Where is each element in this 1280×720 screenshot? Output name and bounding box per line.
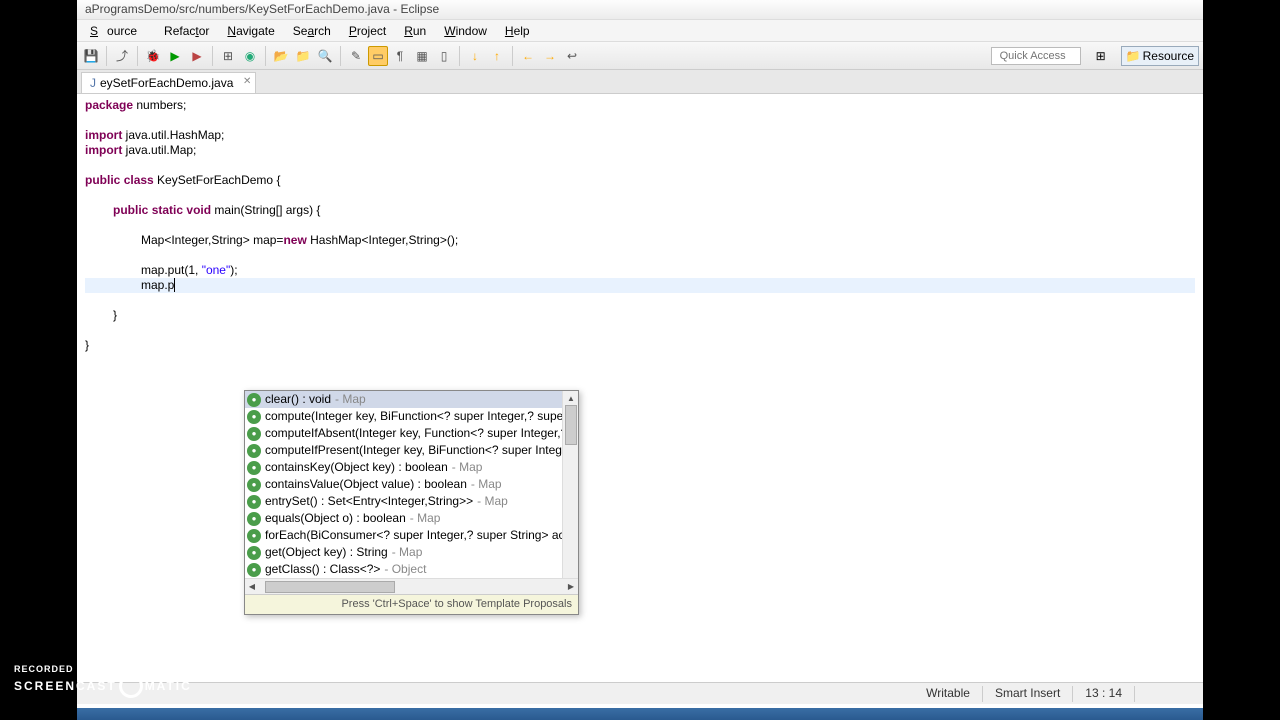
menubar: Source Refactor Navigate Search Project … (77, 20, 1203, 42)
completion-item[interactable]: ●compute(Integer key, BiFunction<? super… (245, 408, 578, 425)
completion-item[interactable]: ●get(Object key) : String - Map (245, 544, 578, 561)
open-perspective-icon[interactable]: ⊞ (1091, 46, 1111, 66)
skip-breakpoints-icon[interactable]: ⤴ (112, 46, 132, 66)
menu-refactor[interactable]: Refactor (155, 22, 218, 40)
content-assist-popup: ●clear() : void - Map●compute(Integer ke… (244, 390, 579, 615)
status-writable: Writable (914, 686, 982, 702)
scroll-right-icon[interactable]: ▶ (564, 579, 578, 595)
method-icon: ● (247, 444, 261, 458)
popup-hint: Press 'Ctrl+Space' to show Template Prop… (245, 594, 578, 614)
method-icon: ● (247, 563, 261, 577)
close-icon[interactable]: ✕ (243, 76, 251, 87)
new-type-icon[interactable]: ◉ (240, 46, 260, 66)
new-package-icon[interactable]: ⊞ (218, 46, 238, 66)
statusbar: Writable Smart Insert 13 : 14 (77, 682, 1203, 704)
status-cursor-pos: 13 : 14 (1073, 686, 1134, 702)
method-icon: ● (247, 546, 261, 560)
completion-item[interactable]: ●computeIfAbsent(Integer key, Function<?… (245, 425, 578, 442)
menu-project[interactable]: Project (340, 22, 395, 40)
method-icon: ● (247, 427, 261, 441)
quick-access-input[interactable] (991, 47, 1081, 65)
popup-hscrollbar[interactable]: ◀ ▶ (245, 578, 578, 594)
method-icon: ● (247, 512, 261, 526)
editor-tabbar: J eySetForEachDemo.java ✕ (77, 70, 1203, 94)
screencast-watermark: RECORDED WITH SCREENCASTMATIC (14, 664, 192, 698)
popup-vscrollbar[interactable]: ▲ ▼ (562, 391, 578, 587)
method-icon: ● (247, 461, 261, 475)
toolbar-icon-a[interactable]: ▦ (412, 46, 432, 66)
tab-keysetforeachdemo[interactable]: J eySetForEachDemo.java ✕ (81, 72, 256, 93)
back-icon[interactable]: ← (518, 46, 538, 66)
completion-item[interactable]: ●containsKey(Object key) : boolean - Map (245, 459, 578, 476)
completion-item[interactable]: ●clear() : void - Map (245, 391, 578, 408)
completion-item[interactable]: ●computeIfPresent(Integer key, BiFunctio… (245, 442, 578, 459)
window-title: aProgramsDemo/src/numbers/KeySetForEachD… (77, 0, 1203, 20)
external-tools-icon[interactable]: ▶ (187, 46, 207, 66)
toolbar-icon-b[interactable]: ▯ (434, 46, 454, 66)
next-annotation-icon[interactable]: ↓ (465, 46, 485, 66)
open-type-icon[interactable]: 📂 (271, 46, 291, 66)
completion-item[interactable]: ●equals(Object o) : boolean - Map (245, 510, 578, 527)
completion-item[interactable]: ●forEach(BiConsumer<? super Integer,? su… (245, 527, 578, 544)
scroll-up-icon[interactable]: ▲ (563, 391, 579, 405)
menu-navigate[interactable]: Navigate (218, 22, 283, 40)
method-icon: ● (247, 529, 261, 543)
method-icon: ● (247, 495, 261, 509)
forward-icon[interactable]: → (540, 46, 560, 66)
last-edit-icon[interactable]: ↩ (562, 46, 582, 66)
menu-run[interactable]: Run (395, 22, 435, 40)
taskbar[interactable] (77, 708, 1203, 720)
save-icon[interactable]: 💾 (81, 46, 101, 66)
completion-item[interactable]: ●getClass() : Class<?> - Object (245, 561, 578, 578)
scroll-left-icon[interactable]: ◀ (245, 579, 259, 595)
java-file-icon: J (90, 76, 96, 90)
completion-item[interactable]: ●entrySet() : Set<Entry<Integer,String>>… (245, 493, 578, 510)
toggle-mark-icon[interactable]: ✎ (346, 46, 366, 66)
method-icon: ● (247, 410, 261, 424)
method-icon: ● (247, 393, 261, 407)
run-icon[interactable]: ▶ (165, 46, 185, 66)
prev-annotation-icon[interactable]: ↑ (487, 46, 507, 66)
open-task-icon[interactable]: 📁 (293, 46, 313, 66)
code-editor[interactable]: package numbers; import java.util.HashMa… (77, 94, 1203, 710)
menu-source[interactable]: Source (81, 22, 155, 40)
completion-list[interactable]: ●clear() : void - Map●compute(Integer ke… (245, 391, 578, 578)
folder-icon: 📁 (1126, 49, 1141, 63)
menu-window[interactable]: Window (435, 22, 496, 40)
completion-item[interactable]: ●containsValue(Object value) : boolean -… (245, 476, 578, 493)
status-insert-mode: Smart Insert (983, 686, 1072, 702)
debug-icon[interactable]: 🐞 (143, 46, 163, 66)
toggle-block-icon[interactable]: ▭ (368, 46, 388, 66)
search-icon[interactable]: 🔍 (315, 46, 335, 66)
perspective-resource[interactable]: 📁 Resource (1121, 46, 1199, 66)
show-whitespace-icon[interactable]: ¶ (390, 46, 410, 66)
toolbar: 💾 ⤴ 🐞 ▶ ▶ ⊞ ◉ 📂 📁 🔍 ✎ ▭ ¶ ▦ ▯ ↓ ↑ ← → ↩ … (77, 42, 1203, 70)
method-icon: ● (247, 478, 261, 492)
watermark-circle-icon (119, 674, 143, 698)
menu-help[interactable]: Help (496, 22, 539, 40)
menu-search[interactable]: Search (284, 22, 340, 40)
scroll-thumb[interactable] (565, 405, 577, 445)
scroll-thumb-h[interactable] (265, 581, 395, 593)
